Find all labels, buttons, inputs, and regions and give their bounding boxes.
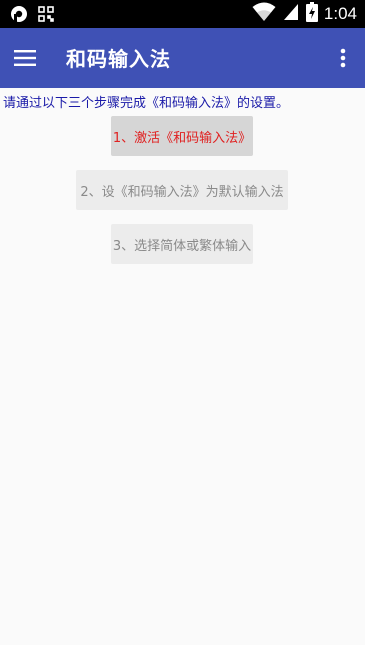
step-set-default-button[interactable]: 2、设《和码输入法》为默认输入法 [76,170,288,210]
qr-icon [38,6,54,26]
menu-button[interactable] [14,44,42,72]
status-time: 1:04 [323,4,357,23]
signal-icon [282,2,300,26]
battery-charging-icon [305,2,318,26]
app-bar: 和码输入法 [0,28,365,88]
notification-icon [10,5,28,27]
step-activate-button[interactable]: 1、激活《和码输入法》 [111,116,253,156]
status-bar-right: 1:04 [252,2,357,26]
status-bar-left [10,5,54,27]
status-bar: 1:04 [0,0,365,28]
overflow-menu-button[interactable] [333,44,353,72]
step-choose-script-button[interactable]: 3、选择简体或繁体输入 [111,224,253,264]
hamburger-menu-icon [14,50,36,71]
wifi-icon [252,2,276,26]
app-title: 和码输入法 [66,47,171,71]
step-label: 3、选择简体或繁体输入 [112,238,252,254]
setup-instructions: 请通过以下三个步骤完成《和码输入法》的设置。 [3,96,290,111]
step-label: 2、设《和码输入法》为默认输入法 [80,184,284,200]
step-label: 1、激活《和码输入法》 [112,130,252,146]
more-vert-icon [333,48,353,76]
